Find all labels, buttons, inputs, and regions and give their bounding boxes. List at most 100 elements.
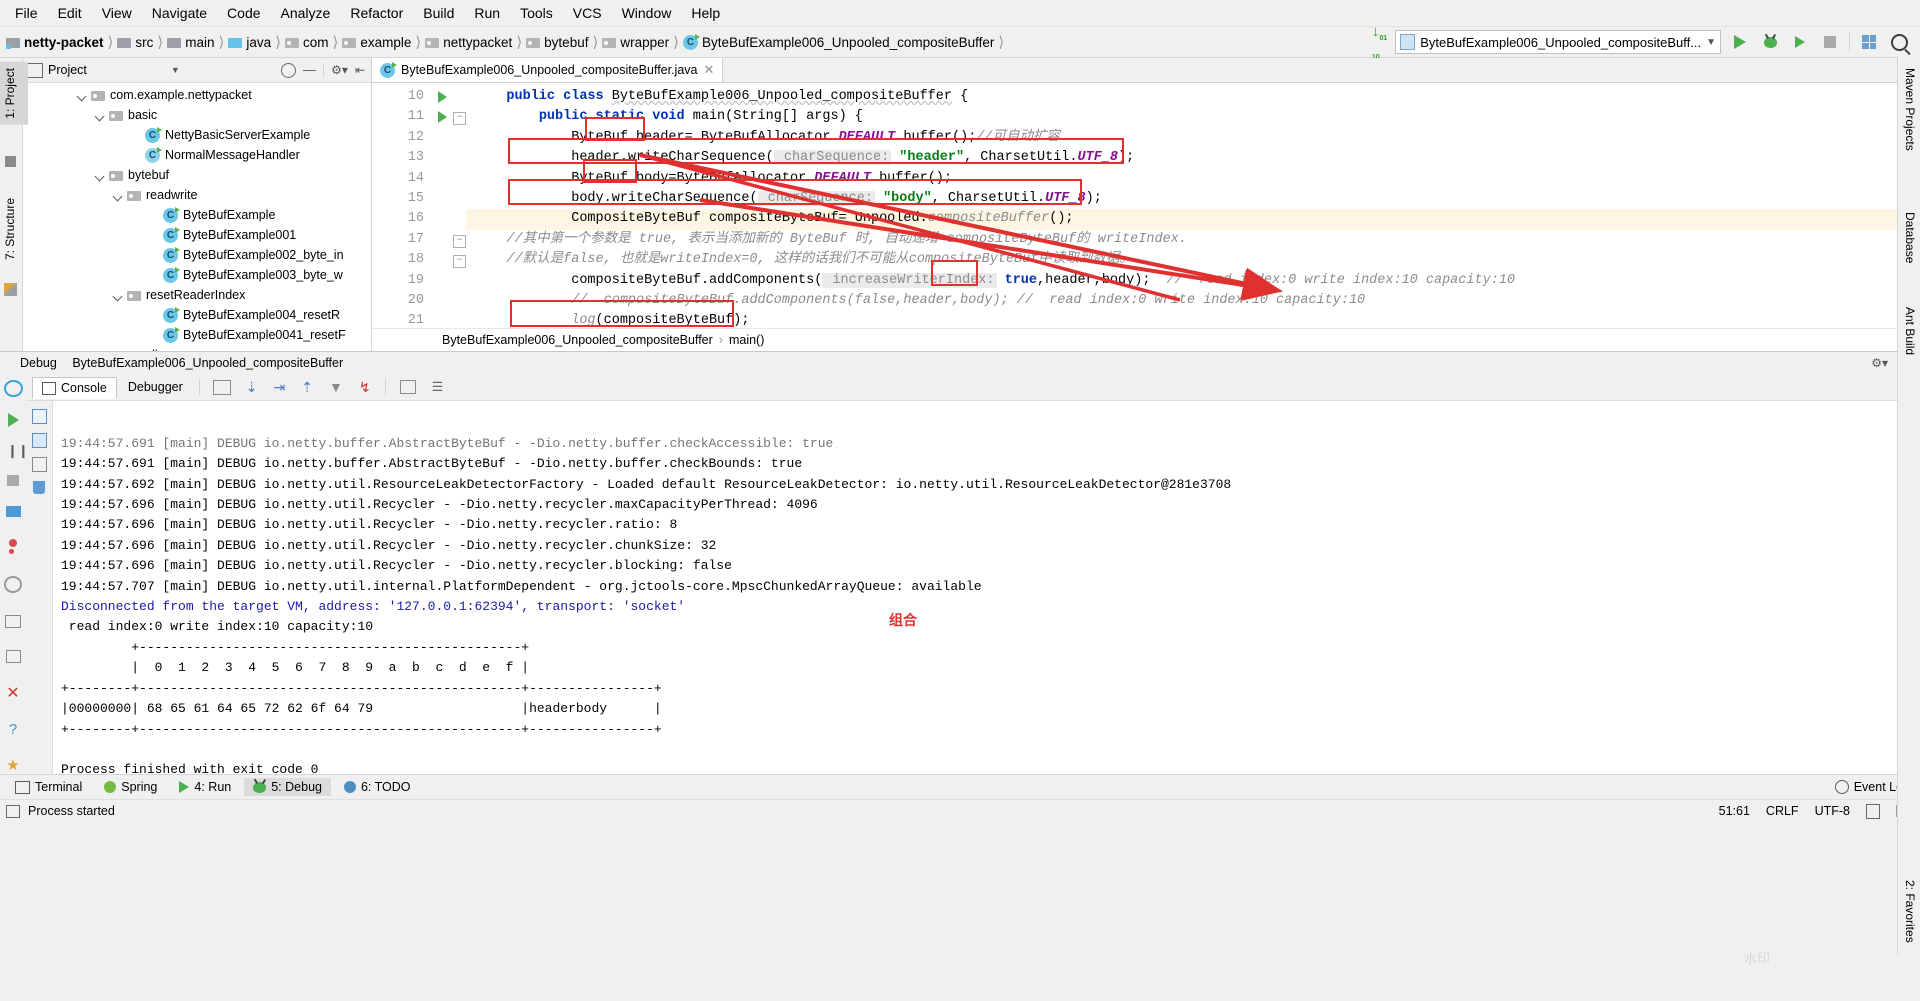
tree-node[interactable]: C ByteBufExample0041_resetF	[23, 325, 371, 345]
bottom-item-todo[interactable]: 6: TODO	[335, 778, 420, 796]
chevron-down-icon[interactable]	[113, 190, 124, 201]
tree-node[interactable]: bytebuf	[23, 165, 371, 185]
breadcrumb-item-wrapper[interactable]: wrapper	[620, 35, 669, 50]
menu-item-build[interactable]: Build	[414, 2, 463, 24]
stop-icon[interactable]	[7, 475, 19, 486]
code-line[interactable]: body.writeCharSequence( charSequence: "b…	[466, 189, 1920, 209]
menu-item-view[interactable]: View	[93, 2, 141, 24]
search-everywhere-button[interactable]	[1888, 31, 1910, 53]
chevron-down-icon[interactable]	[113, 290, 124, 301]
tree-node[interactable]: C ByteBufExample003_byte_w	[23, 265, 371, 285]
chevron-down-icon[interactable]: ▼	[171, 65, 180, 75]
collapse-all-icon[interactable]	[303, 64, 317, 77]
tree-node[interactable]: com.example.nettypacket	[23, 85, 371, 105]
hide-panel-icon[interactable]: ⇤	[355, 63, 365, 77]
breadcrumb-item-src[interactable]: src	[135, 35, 153, 50]
tree-node[interactable]: C NettyBasicServerExample	[23, 125, 371, 145]
code-line[interactable]: ByteBuf body=ByteBufAllocator.DEFAULT.bu…	[466, 169, 1920, 189]
soft-wrap-icon[interactable]	[31, 433, 47, 448]
menu-item-analyze[interactable]: Analyze	[272, 2, 340, 24]
bottom-item-debug[interactable]: 5: Debug	[244, 778, 331, 796]
code-line[interactable]: CompositeByteBuf compositeByteBuf= Unpoo…	[466, 209, 1920, 230]
mute-icon[interactable]	[4, 576, 22, 593]
code-line[interactable]: header.writeCharSequence( charSequence: …	[466, 148, 1920, 168]
help-icon[interactable]: ?	[9, 721, 17, 738]
source-code[interactable]: public class ByteBufExample006_Unpooled_…	[466, 83, 1920, 328]
run-to-cursor-icon[interactable]: ↯	[359, 379, 371, 396]
code-line[interactable]: log(compositeByteBuf);	[466, 311, 1920, 328]
resume-program-icon[interactable]	[7, 413, 19, 428]
tree-node[interactable]: basic	[23, 105, 371, 125]
code-line[interactable]: compositeByteBuf.addComponents( increase…	[466, 271, 1920, 291]
breadcrumb-item-netty-packet[interactable]: netty-packet	[24, 35, 104, 50]
run-configuration-selector[interactable]: ByteBufExample006_Unpooled_compositeBuff…	[1395, 30, 1721, 54]
drop-frame-icon[interactable]: ▼	[329, 379, 343, 395]
bottom-item-run[interactable]: 4: Run	[170, 778, 240, 796]
debug-session-name[interactable]: ByteBufExample006_Unpooled_compositeBuff…	[72, 356, 343, 370]
menu-item-window[interactable]: Window	[613, 2, 681, 24]
breadcrumb-item-java[interactable]: java	[246, 35, 271, 50]
code-line[interactable]: ByteBuf header= ByteBufAllocator.DEFAULT…	[466, 128, 1920, 148]
fold-gutter[interactable]	[430, 83, 466, 328]
bottom-item-spring[interactable]: Spring	[95, 778, 166, 796]
favorites-icon[interactable]	[4, 283, 17, 296]
sidebar-item-database[interactable]: Database	[1892, 206, 1920, 269]
restore-layout-icon[interactable]	[5, 649, 21, 664]
debug-button[interactable]	[1759, 31, 1781, 53]
menu-item-navigate[interactable]: Navigate	[143, 2, 216, 24]
code-line[interactable]: public class ByteBufExample006_Unpooled_…	[466, 87, 1920, 107]
trash-icon[interactable]	[33, 481, 45, 494]
code-editor[interactable]: 10 11− 12 13 14 15 16 17−18− 19 20 21 public class…	[372, 83, 1920, 328]
pause-icon[interactable]: ❙❙	[7, 444, 29, 457]
sidebar-item-structure[interactable]: 7: Structure	[0, 192, 28, 266]
settings-icon[interactable]	[5, 614, 21, 628]
menu-item-help[interactable]: Help	[682, 2, 729, 24]
menu-item-tools[interactable]: Tools	[511, 2, 562, 24]
tab-debugger[interactable]: Debugger	[119, 377, 192, 397]
locate-icon[interactable]	[281, 62, 297, 78]
tree-node[interactable]: C ByteBufExample002_byte_in	[23, 245, 371, 265]
tree-node[interactable]: C ByteBufExample001	[23, 225, 371, 245]
collapse-icon[interactable]	[5, 156, 16, 167]
breadcrumb-item-main[interactable]: main	[185, 35, 214, 50]
tree-node[interactable]: C ByteBufExample	[23, 205, 371, 225]
file-encoding[interactable]: UTF-8	[1815, 804, 1850, 818]
breadcrumb-item-com[interactable]: com	[303, 35, 329, 50]
chevron-down-icon[interactable]	[77, 90, 88, 101]
chevron-down-icon[interactable]	[113, 350, 124, 352]
menu-item-edit[interactable]: Edit	[49, 2, 91, 24]
lock-icon[interactable]	[1866, 803, 1880, 819]
step-over-icon[interactable]	[212, 379, 231, 395]
step-into-icon[interactable]: ⇣	[246, 379, 258, 396]
print-icon[interactable]	[31, 457, 47, 472]
console-output[interactable]: 19:44:57.691 [main] DEBUG io.netty.buffe…	[53, 401, 1920, 774]
sidebar-item-maven-projects[interactable]: Maven Projects	[1892, 62, 1920, 157]
download-updates-icon[interactable]: ↓0110	[1372, 23, 1387, 61]
mute-breakpoints-icon[interactable]	[9, 539, 17, 555]
sidebar-item-project[interactable]: 1: Project	[0, 62, 28, 125]
close-icon[interactable]: ✕	[6, 683, 19, 703]
stop-button[interactable]	[1819, 31, 1841, 53]
tree-node[interactable]: C NormalMessageHandler	[23, 145, 371, 165]
menu-item-run[interactable]: Run	[465, 2, 509, 24]
settings-icon[interactable]: ☰	[432, 379, 444, 395]
update-running-application-button[interactable]	[1858, 31, 1880, 53]
evaluate-expression-icon[interactable]	[399, 380, 416, 394]
menu-item-code[interactable]: Code	[218, 2, 269, 24]
force-step-into-icon[interactable]: ⇥	[274, 379, 286, 396]
breadcrumb-method[interactable]: main()	[729, 333, 764, 347]
editor-tab[interactable]: C ByteBufExample006_Unpooled_compositeBu…	[372, 58, 724, 82]
code-line[interactable]: //其中第一个参数是 true, 表示当添加新的 ByteBuf 时, 自动递增…	[466, 230, 1920, 250]
sidebar-item-ant-build[interactable]: Ant Build	[1892, 301, 1920, 361]
tab-console[interactable]: Console	[32, 377, 117, 399]
breadcrumb-item-nettypacket[interactable]: nettypacket	[443, 35, 512, 50]
chevron-down-icon[interactable]	[95, 170, 106, 181]
code-line[interactable]: public static void main(String[] args) {	[466, 107, 1920, 127]
menu-item-vcs[interactable]: VCS	[564, 2, 611, 24]
run-button[interactable]	[1729, 31, 1751, 53]
step-out-icon[interactable]: ⇡	[301, 379, 313, 396]
rerun-icon[interactable]	[3, 380, 23, 398]
caret-position[interactable]: 51:61	[1719, 804, 1750, 818]
project-tree[interactable]: com.example.nettypacket basic C NettyBasicS…	[23, 83, 371, 351]
run-with-coverage-button[interactable]	[1789, 31, 1811, 53]
